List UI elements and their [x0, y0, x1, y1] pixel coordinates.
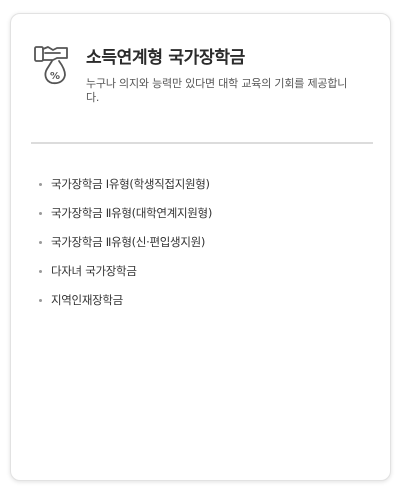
money-bag-percent-icon: %: [34, 46, 68, 85]
bullet-icon: [39, 270, 42, 273]
list-item-label: 지역인재장학금: [51, 293, 123, 307]
list-item[interactable]: 국가장학금 Ⅰ유형(학생직접지원형): [37, 175, 212, 204]
bullet-icon: [39, 299, 42, 302]
list-item[interactable]: 국가장학금 Ⅱ유형(대학연계지원형): [37, 204, 212, 233]
list-item[interactable]: 다자녀 국가장학금: [37, 262, 212, 291]
list-item-label: 국가장학금 Ⅱ유형(신·편입생지원): [51, 235, 206, 249]
scholarship-list: 국가장학금 Ⅰ유형(학생직접지원형) 국가장학금 Ⅱ유형(대학연계지원형) 국가…: [37, 175, 212, 320]
scholarship-card: % 소득연계형 국가장학금 누구나 의지와 능력만 있다면 대학 교육의 기회를…: [10, 13, 391, 481]
list-item-label: 국가장학금 Ⅰ유형(학생직접지원형): [51, 177, 210, 191]
bullet-icon: [39, 212, 42, 215]
list-item-label: 국가장학금 Ⅱ유형(대학연계지원형): [51, 206, 213, 220]
divider: [31, 142, 373, 144]
list-item[interactable]: 국가장학금 Ⅱ유형(신·편입생지원): [37, 233, 212, 262]
list-item[interactable]: 지역인재장학금: [37, 291, 212, 320]
svg-text:%: %: [50, 71, 60, 82]
bullet-icon: [39, 241, 42, 244]
bullet-icon: [39, 183, 42, 186]
list-item-label: 다자녀 국가장학금: [51, 264, 137, 278]
card-title: 소득연계형 국가장학금: [86, 48, 246, 68]
card-description: 누구나 의지와 능력만 있다면 대학 교육의 기회를 제공합니다.: [86, 77, 348, 104]
